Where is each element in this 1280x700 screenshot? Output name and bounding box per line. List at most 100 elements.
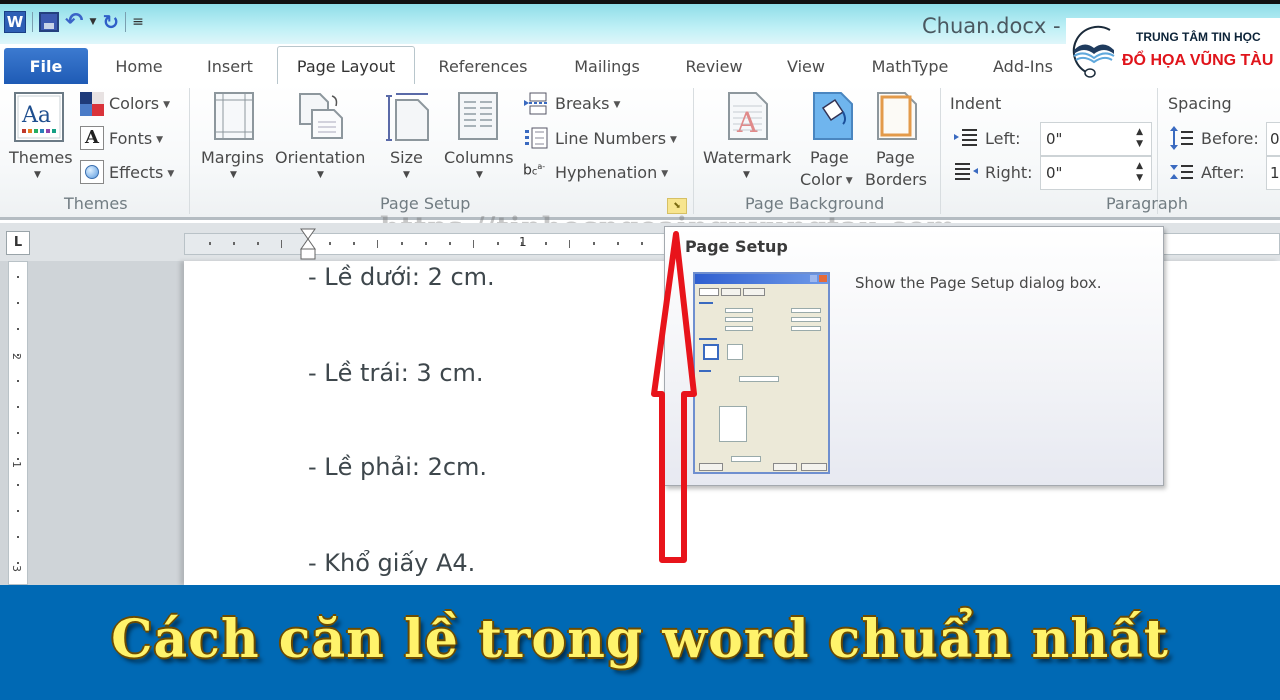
indent-left-label: Left: xyxy=(985,129,1021,148)
ruler-number: 1 xyxy=(10,461,23,468)
line-numbers-text: Line Numbers xyxy=(555,129,667,148)
indent-right-icon xyxy=(955,163,978,180)
chevron-down-icon: ▼ xyxy=(230,170,237,180)
ruler-tick xyxy=(281,240,282,248)
breaks-text: Breaks xyxy=(555,94,610,113)
tab-stop-selector[interactable]: L xyxy=(6,231,30,255)
ribbon-tabs: File Home Insert Page Layout References … xyxy=(0,44,1280,128)
ruler-tick xyxy=(17,380,19,382)
chevron-down-icon: ▼ xyxy=(156,134,164,145)
chevron-down-icon: ▼ xyxy=(403,170,410,180)
spacing-before-label: Before: xyxy=(1201,129,1259,148)
ruler-tick xyxy=(17,354,19,356)
tooltip-title: Page Setup xyxy=(685,237,788,256)
undo-dropdown-icon[interactable]: ▼ xyxy=(89,17,96,27)
breaks-label: Breaks ▼ xyxy=(555,94,620,113)
page-borders-label-2: Borders xyxy=(865,170,927,189)
tab-add-ins[interactable]: Add-Ins xyxy=(982,48,1064,84)
vertical-ruler[interactable]: 2 1 3 xyxy=(8,261,28,585)
ruler-tick xyxy=(17,562,19,564)
ruler-tick xyxy=(377,240,378,248)
orientation-icon xyxy=(299,93,343,139)
themes-button-label: Themes xyxy=(9,148,73,167)
tooltip-description: Show the Page Setup dialog box. xyxy=(855,274,1102,292)
tab-insert[interactable]: Insert xyxy=(192,48,268,84)
document-line: - Lề trái: 3 cm. xyxy=(308,359,484,387)
hyphenation-label: Hyphenation ▼ xyxy=(555,163,668,182)
effects-label: Effects ▼ xyxy=(109,163,174,182)
spacing-after-input[interactable]: 1 xyxy=(1266,156,1280,190)
undo-icon[interactable]: ↶ xyxy=(65,11,83,33)
spin-arrows-icon[interactable]: ▲ ▼ xyxy=(1136,160,1143,184)
ruler-tick xyxy=(257,242,259,245)
size-icon xyxy=(386,93,429,141)
spin-arrows-icon[interactable]: ▲ ▼ xyxy=(1136,126,1143,150)
indent-left-icon xyxy=(954,129,977,146)
ruler-tick xyxy=(17,302,19,304)
ruler-tick xyxy=(17,276,19,278)
chevron-down-icon: ▼ xyxy=(317,170,324,180)
save-icon[interactable] xyxy=(39,12,59,32)
ruler-tick xyxy=(353,242,355,245)
page-setup-dialog-preview xyxy=(693,272,830,474)
tab-file[interactable]: File xyxy=(4,48,88,84)
colors-text: Colors xyxy=(109,94,160,113)
ruler-tick xyxy=(497,242,499,245)
group-separator xyxy=(189,88,190,214)
chevron-down-icon: ▼ xyxy=(34,170,41,180)
ribbon: Aa Themes ▼ Colors▼ A Fonts▼ Effects▼ xyxy=(0,84,1280,243)
effects-text: Effects xyxy=(109,163,164,182)
ruler-tick xyxy=(449,242,451,245)
page-color-label-2: Color ▼ xyxy=(800,170,853,189)
ruler-tick xyxy=(233,242,235,245)
indent-heading: Indent xyxy=(950,94,1002,113)
spacing-before-icon xyxy=(1170,126,1193,150)
indent-marker-icon[interactable] xyxy=(300,227,316,261)
svg-text:A: A xyxy=(736,106,758,139)
page-setup-dialog-launcher[interactable]: ⬊ xyxy=(667,198,687,214)
document-line: - Lề dưới: 2 cm. xyxy=(308,263,495,291)
page-setup-group-label: Page Setup xyxy=(380,194,471,213)
tab-view[interactable]: View xyxy=(774,48,838,84)
ruler-tick xyxy=(401,242,403,245)
tab-references[interactable]: References xyxy=(428,48,538,84)
customize-qat-icon[interactable]: ≡ xyxy=(132,14,144,30)
watermark-label: Watermark xyxy=(703,148,792,167)
spacing-heading: Spacing xyxy=(1168,94,1232,113)
spacing-after-value: 1 xyxy=(1270,164,1280,182)
svg-text:Aa: Aa xyxy=(21,103,51,128)
title-banner: Cách căn lề trong word chuẩn nhất xyxy=(0,585,1280,700)
spacing-before-input[interactable]: 0 xyxy=(1266,122,1280,156)
fonts-label: Fonts ▼ xyxy=(109,129,163,148)
quick-access-toolbar: W ↶ ▼ ↻ ≡ xyxy=(4,10,144,34)
word-icon[interactable]: W xyxy=(4,11,26,33)
spacing-after-icon xyxy=(1170,165,1193,179)
tab-review[interactable]: Review xyxy=(674,48,754,84)
qat-separator xyxy=(125,12,127,32)
red-arrow-annotation xyxy=(651,231,697,563)
ruler-tick xyxy=(641,242,643,245)
qat-separator xyxy=(32,12,33,32)
ruler-tick xyxy=(17,510,19,512)
ruler-tick xyxy=(545,242,547,245)
themes-group-label: Themes xyxy=(64,194,128,213)
tab-mathtype[interactable]: MathType xyxy=(858,48,962,84)
chevron-down-icon: ▼ xyxy=(661,168,669,179)
page-borders-label-1: Page xyxy=(876,148,915,167)
watermark-icon: A xyxy=(728,92,768,140)
document-line: - Khổ giấy A4. xyxy=(308,549,476,577)
indent-right-input[interactable]: 0" ▲ ▼ xyxy=(1040,156,1152,190)
page-background-group-label: Page Background xyxy=(745,194,885,213)
indent-left-input[interactable]: 0" ▲ ▼ xyxy=(1040,122,1152,156)
ruler-tick xyxy=(17,484,19,486)
ruler-tick xyxy=(617,242,619,245)
ruler-tick xyxy=(17,406,19,408)
chevron-down-icon: ▼ xyxy=(670,134,677,145)
tab-home[interactable]: Home xyxy=(100,48,178,84)
ruler-number: 3 xyxy=(10,565,23,572)
ruler-left-margin xyxy=(185,234,309,254)
tab-page-layout[interactable]: Page Layout xyxy=(277,46,415,86)
tab-mailings[interactable]: Mailings xyxy=(560,48,654,84)
indent-right-value: 0" xyxy=(1046,164,1063,182)
redo-icon[interactable]: ↻ xyxy=(102,10,119,34)
